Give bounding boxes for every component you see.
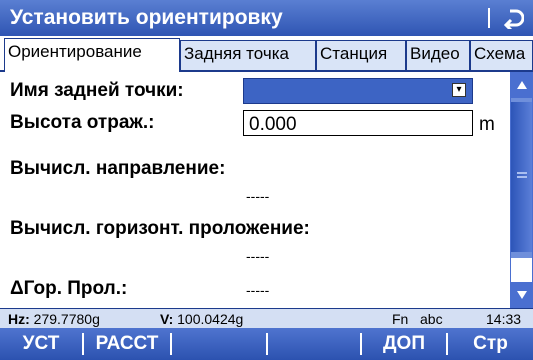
- set-button[interactable]: УСТ: [0, 328, 82, 360]
- window-title: Установить ориентировку: [10, 6, 283, 29]
- softkey-bar: УСТ РАССТ ДОП Стр: [0, 328, 533, 360]
- grip-line: [517, 172, 527, 174]
- tab-station[interactable]: Станция: [316, 40, 406, 70]
- title-separator: [488, 8, 490, 28]
- fn-indicator: Fn: [392, 311, 409, 327]
- tab-video[interactable]: Видео: [406, 40, 470, 70]
- hz-label: Hz:: [8, 311, 30, 327]
- title-bar: Установить ориентировку: [0, 0, 533, 36]
- delta-hdist-label: ΔГор. Прол.:: [10, 278, 128, 299]
- calc-direction-label: Вычисл. направление:: [10, 158, 226, 179]
- calc-direction-value: -----: [246, 188, 270, 204]
- tab-label: Станция: [320, 44, 388, 63]
- reflector-height-value: 0.000: [249, 114, 297, 135]
- distance-button[interactable]: РАССТ: [84, 328, 170, 360]
- status-bar: Hz: 279.7780g V: 100.0424g Fn abc 14:33: [0, 308, 533, 328]
- tab-backsight[interactable]: Задняя точка: [180, 40, 316, 70]
- scroll-track-gap: [511, 258, 532, 282]
- page-button[interactable]: Стр: [448, 328, 533, 360]
- calc-hdist-label: Вычисл. горизонт. проложение:: [10, 218, 310, 239]
- softkey-4[interactable]: [268, 328, 360, 360]
- v-readout: V: 100.0424g: [160, 311, 243, 327]
- input-mode: abc: [420, 311, 443, 327]
- scroll-up-button[interactable]: [511, 72, 532, 98]
- reflector-height-input[interactable]: 0.000: [243, 110, 473, 136]
- vertical-scrollbar[interactable]: [510, 72, 533, 308]
- tab-label: Ориентирование: [8, 42, 142, 61]
- grip-line: [517, 176, 527, 178]
- v-value: 100.0424g: [177, 311, 244, 327]
- v-label: V:: [160, 311, 174, 327]
- clock: 14:33: [486, 311, 522, 327]
- tab-orientation[interactable]: Ориентирование: [4, 38, 180, 72]
- hz-value: 279.7780g: [33, 311, 100, 327]
- reflector-height-unit: m: [479, 114, 495, 135]
- more-button[interactable]: ДОП: [362, 328, 446, 360]
- hz-readout: Hz: 279.7780g: [8, 311, 100, 327]
- tab-label: Схема: [474, 44, 526, 63]
- reflector-height-label: Высота отраж.:: [10, 112, 155, 133]
- scroll-thumb[interactable]: [511, 102, 532, 252]
- softkey-3[interactable]: [172, 328, 266, 360]
- tab-label: Видео: [410, 44, 460, 63]
- dropdown-icon[interactable]: ▾: [452, 83, 466, 97]
- tab-sketch[interactable]: Схема: [470, 40, 533, 70]
- backsight-select[interactable]: ▾: [243, 78, 473, 104]
- delta-hdist-value: -----: [246, 282, 270, 298]
- chevron-up-icon: [516, 81, 527, 89]
- backsight-label: Имя задней точки:: [10, 80, 184, 101]
- calc-hdist-value: -----: [246, 248, 270, 264]
- chevron-down-icon: [516, 291, 527, 299]
- back-icon[interactable]: [496, 2, 530, 34]
- form-area: Имя задней точки: ▾ Высота отраж.: 0.000…: [0, 72, 510, 308]
- tab-label: Задняя точка: [184, 44, 289, 63]
- scroll-down-button[interactable]: [511, 282, 532, 308]
- tab-bar: Ориентирование Задняя точка Станция Виде…: [0, 36, 533, 72]
